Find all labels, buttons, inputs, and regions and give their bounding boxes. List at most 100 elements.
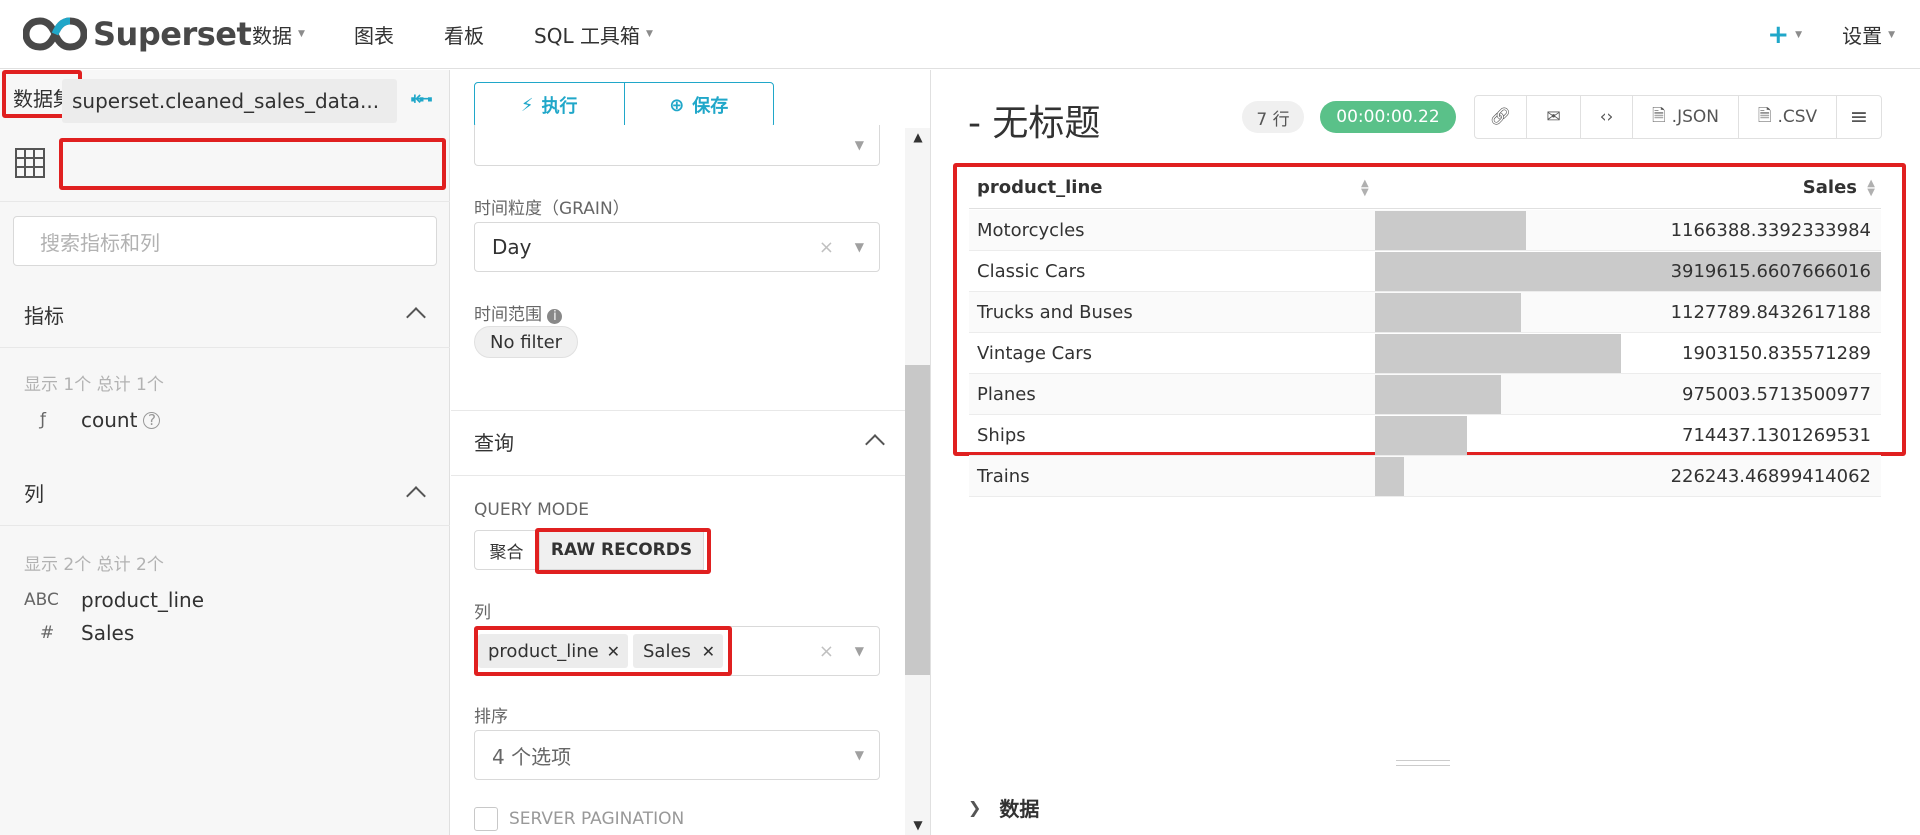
cell-sales: 226243.46899414062 [1670,466,1871,487]
menu-icon[interactable]: ≡ [1837,96,1881,138]
column-name: Sales [81,621,135,645]
nav-data-label: 数据 [252,23,292,48]
help-icon[interactable]: ? [143,411,161,429]
server-pagination-checkbox[interactable] [474,807,498,831]
nav-charts[interactable]: 图表 [354,20,394,49]
copy-link-icon[interactable]: 🔗︎ [1475,96,1527,138]
metrics-section-title[interactable]: 指标 [24,300,64,329]
column-tag[interactable]: Sales ✕ [633,634,723,668]
add-new-button[interactable]: + ▼ [1767,20,1802,50]
cell-product-line: Motorcycles [977,220,1085,241]
cell-product-line: Planes [977,384,1036,405]
info-icon[interactable]: i [547,309,563,324]
save-button[interactable]: ⊕ 保存 [623,83,774,127]
column-item[interactable]: ABC product_line [24,588,204,612]
metric-item[interactable]: ƒ count ? [24,408,161,432]
sort-label: 排序 [474,707,508,727]
divider [0,201,450,202]
remove-tag-icon[interactable]: ✕ [702,642,715,661]
sort-select[interactable]: 4 个选项 ▼ [474,730,880,780]
column-item[interactable]: # Sales [24,621,134,645]
search-metrics-columns-input[interactable]: 搜索指标和列 [13,216,437,266]
columns-section-title[interactable]: 列 [24,478,44,507]
remove-tag-icon[interactable]: ✕ [607,642,620,661]
lightning-icon: ⚡ [520,94,534,116]
time-range-pill[interactable]: No filter [474,326,579,358]
nav-charts-label: 图表 [354,23,394,48]
logo[interactable]: Superset [23,15,252,53]
more-options-icon[interactable]: ··· [409,88,434,113]
table-row: Planes 975003.5713500977 [969,374,1881,415]
header-sales[interactable]: Sales [1803,177,1857,198]
data-section-toggle[interactable]: ❯ 数据 [968,793,1039,822]
chevron-up-icon[interactable] [865,434,885,454]
nav-data-menu[interactable]: 数据 ▼ [252,20,305,49]
chevron-up-icon[interactable] [406,486,426,506]
cell-sales: 975003.5713500977 [1682,384,1871,405]
file-text-icon: 🗎 [1757,105,1772,126]
run-label: 执行 [541,96,578,117]
scroll-down-icon[interactable]: ▼ [911,818,925,832]
nav-right: + ▼ 设置 ▼ [1767,0,1895,69]
cell-product-line: Trucks and Buses [977,302,1133,323]
scrollbar-thumb[interactable] [905,365,930,675]
divider [0,525,450,526]
cell-sales: 1166388.3392333984 [1670,220,1871,241]
aggregate-mode-button[interactable]: 聚合 [474,530,539,570]
export-json-button[interactable]: 🗎 .JSON [1633,96,1739,138]
nav-dashboards-label: 看板 [444,23,484,48]
datasource-panel: 数据集 ⇤ superset.cleaned_sales_data... ···… [0,70,450,835]
row-count-badge: 7 行 [1242,101,1304,133]
divider [0,347,450,348]
query-section-title[interactable]: 查询 [474,427,514,456]
numeric-type-icon: # [40,623,55,643]
clear-icon[interactable]: × [819,237,834,258]
chart-toolbar: 🔗︎ ✉︎ ‹› 🗎 .JSON 🗎 .CSV ≡ [1474,95,1882,139]
sales-bar [1375,375,1501,414]
plus-icon: + [1767,19,1790,50]
column-name: product_line [81,588,205,612]
chart-panel: - 无标题 7 行 00:00:00.22 🔗︎ ✉︎ ‹› 🗎 .JSON 🗎.… [932,70,1920,835]
table-row: Trains 226243.46899414062 [969,456,1881,497]
sort-icon[interactable]: ▲ ▼ [1867,179,1875,198]
column-tag-label: product_line [488,640,599,662]
raw-records-mode-button[interactable]: RAW RECORDS [539,530,704,570]
top-nav: Superset 数据 ▼ 图表 看板 SQL 工具箱 ▼ + ▼ 设置 ▼ [0,0,1920,69]
header-product-line[interactable]: product_line [977,177,1102,198]
cell-sales: 1127789.8432617188 [1670,302,1871,323]
run-button[interactable]: ⚡ 执行 [475,83,624,127]
cell-sales: 3919615.6607666016 [1670,261,1871,282]
action-button-group: ⚡ 执行 ⊕ 保存 [474,82,774,128]
scroll-up-icon[interactable]: ▲ [911,130,925,144]
email-icon[interactable]: ✉︎ [1527,96,1581,138]
columns-label: 列 [474,603,491,623]
table-header-row: product_line ▲ ▼ Sales ▲ ▼ [969,167,1881,209]
embed-code-icon[interactable]: ‹› [1581,96,1633,138]
cell-sales: 714437.1301269531 [1682,425,1871,446]
save-label: 保存 [692,96,729,117]
export-csv-label: .CSV [1777,107,1818,127]
export-csv-button[interactable]: 🗎 .CSV [1739,96,1837,138]
nav-dashboards[interactable]: 看板 [444,20,484,49]
grain-value: Day [492,235,532,259]
table-row: Classic Cars 3919615.6607666016 [969,251,1881,292]
nav-sql-label: SQL 工具箱 [534,23,640,48]
sort-value: 4 个选项 [492,744,572,769]
settings-menu[interactable]: 设置 ▼ [1842,20,1895,49]
cell-product-line: Ships [977,425,1026,446]
chevron-down-icon: ▼ [854,240,864,254]
partial-select[interactable]: ▼ [474,125,880,166]
chevron-up-icon[interactable] [406,307,426,327]
sort-icon[interactable]: ▲ ▼ [1361,179,1369,198]
time-range-label: 时间范围 i [474,300,563,325]
column-tag[interactable]: product_line ✕ [478,634,628,668]
clear-icon[interactable]: × [819,641,834,662]
sales-bar [1375,334,1621,373]
grain-select[interactable]: Day × ▼ [474,222,880,272]
resize-handle[interactable] [1396,760,1450,766]
table-row: Trucks and Buses 1127789.8432617188 [969,292,1881,333]
chart-title[interactable]: - 无标题 [968,94,1100,146]
nav-sql-menu[interactable]: SQL 工具箱 ▼ [534,20,653,49]
datasource-name[interactable]: superset.cleaned_sales_data... [62,79,397,123]
function-icon: ƒ [40,410,46,430]
